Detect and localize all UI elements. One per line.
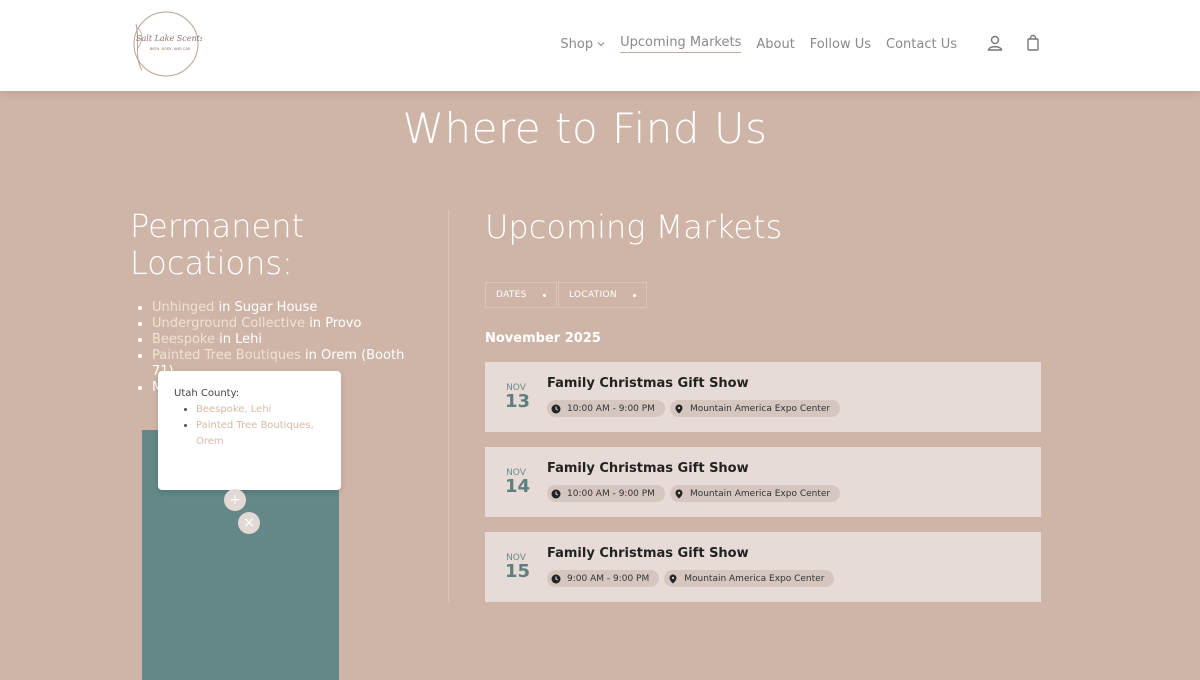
list-item: Unhinged in Sugar House — [152, 300, 422, 316]
location-filter[interactable]: LOCATION — [558, 282, 647, 308]
event-time: 9:00 AM - 9:00 PM — [547, 570, 660, 587]
event-date: NOV 13 — [505, 383, 531, 412]
logo[interactable]: Salt Lake Scents BATH, BODY, AND CAR — [130, 10, 202, 78]
popup-link[interactable]: Painted Tree Boutiques, Orem — [196, 418, 325, 450]
event-title[interactable]: Family Christmas Gift Show — [547, 376, 749, 391]
month-label: November 2025 — [485, 331, 601, 346]
list-item: Underground Collective in Provo — [152, 316, 422, 332]
location-link[interactable]: Beespoke — [152, 332, 215, 347]
event-title[interactable]: Family Christmas Gift Show — [547, 461, 749, 476]
event-time: 10:00 AM - 9:00 PM — [547, 485, 665, 502]
clock-icon — [551, 489, 561, 498]
dropdown-dot-icon — [542, 293, 546, 297]
shopping-bag-icon[interactable] — [1024, 34, 1042, 52]
nav-contact-us[interactable]: Contact Us — [886, 37, 957, 52]
popup-link[interactable]: Beespoke, Lehi — [196, 402, 325, 418]
clock-icon — [551, 404, 561, 413]
location-link[interactable]: Unhinged — [152, 300, 214, 315]
main-nav: Shop Upcoming Markets About Follow Us Co… — [560, 35, 957, 53]
nav-follow-us[interactable]: Follow Us — [810, 37, 871, 52]
logo-text: Salt Lake Scents — [136, 34, 202, 43]
map-pin-icon — [675, 404, 683, 413]
map-pin-icon — [675, 489, 683, 498]
popup-title: Utah County: — [174, 388, 240, 399]
nav-about[interactable]: About — [756, 37, 794, 52]
event-card[interactable]: NOV 13 Family Christmas Gift Show 10:00 … — [485, 362, 1041, 432]
permanent-locations-heading: Permanent Locations: — [130, 207, 305, 282]
event-title[interactable]: Family Christmas Gift Show — [547, 546, 749, 561]
dropdown-dot-icon — [632, 293, 636, 297]
upcoming-markets-heading: Upcoming Markets — [485, 208, 783, 246]
event-date: NOV 14 — [505, 468, 531, 497]
event-location: Mountain America Expo Center — [664, 570, 835, 587]
account-icon[interactable] — [986, 34, 1004, 52]
site-header: Salt Lake Scents BATH, BODY, AND CAR Sho… — [0, 0, 1200, 91]
logo-subtext: BATH, BODY, AND CAR — [150, 47, 191, 51]
page-title: Where to Find Us — [402, 104, 768, 153]
map-pin-icon — [669, 574, 677, 583]
popup-list: Beespoke, Lehi Painted Tree Boutiques, O… — [174, 402, 325, 450]
event-date: NOV 15 — [505, 553, 531, 582]
list-item: Beespoke in Lehi — [152, 332, 422, 348]
event-card[interactable]: NOV 15 Family Christmas Gift Show 9:00 A… — [485, 532, 1041, 602]
event-location: Mountain America Expo Center — [669, 400, 841, 417]
nav-shop[interactable]: Shop — [560, 37, 605, 52]
chevron-down-icon — [597, 42, 605, 47]
event-location: Mountain America Expo Center — [669, 485, 841, 502]
clock-icon — [551, 574, 561, 583]
map-zoom-in-button[interactable]: + — [224, 489, 246, 511]
dates-filter[interactable]: DATES — [485, 282, 557, 308]
nav-upcoming-markets[interactable]: Upcoming Markets — [620, 35, 742, 53]
map-popup: Utah County: Beespoke, Lehi Painted Tree… — [158, 371, 341, 490]
event-card[interactable]: NOV 14 Family Christmas Gift Show 10:00 … — [485, 447, 1041, 517]
location-link[interactable]: Painted Tree Boutiques — [152, 348, 301, 363]
map-close-button[interactable]: × — [238, 512, 260, 534]
column-divider — [448, 210, 449, 602]
event-time: 10:00 AM - 9:00 PM — [547, 400, 665, 417]
location-link[interactable]: Underground Collective — [152, 316, 305, 331]
